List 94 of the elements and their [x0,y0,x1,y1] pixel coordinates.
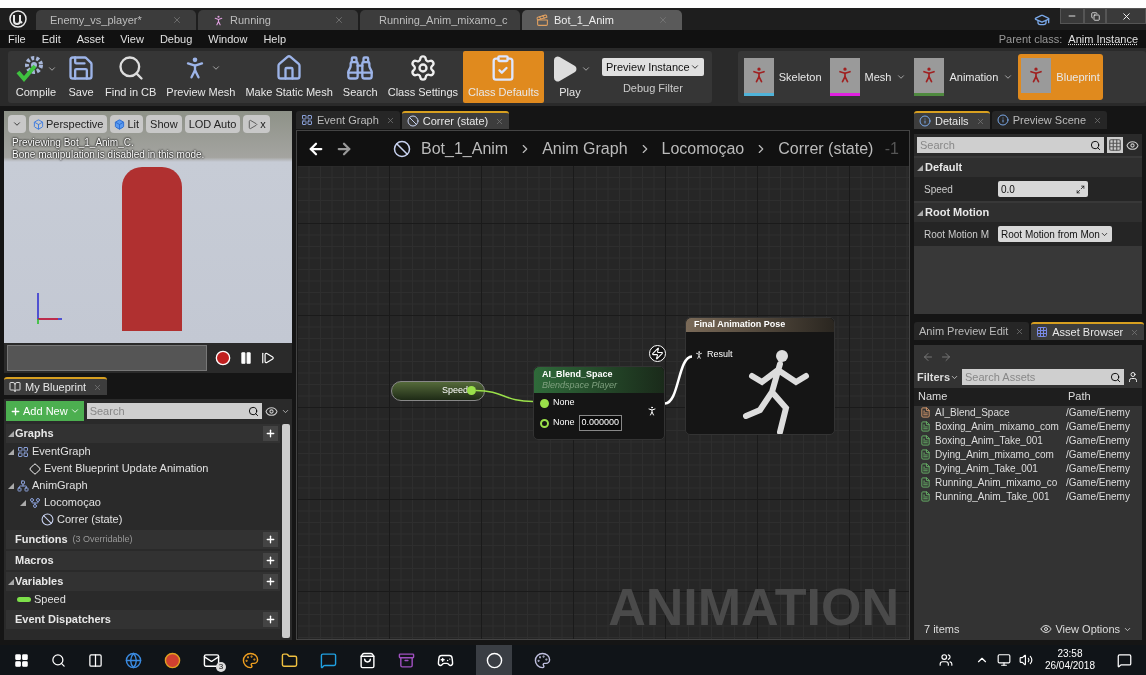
document-tab[interactable]: Running [198,10,358,30]
document-tab[interactable]: Bot_1_Anim [522,10,682,30]
mode-button[interactable]: Mesh [826,54,910,100]
breadcrumb-link[interactable]: Anim Graph [542,136,628,161]
tree-item[interactable]: Speed [34,591,66,608]
section-header[interactable]: Variables [15,573,64,590]
asset-path: /Game/Enemy [1066,406,1130,420]
toolbar-button[interactable]: Class Settings [382,51,464,103]
getter-node[interactable]: Speed [391,381,485,401]
toolbar-button[interactable]: Preview Mesh [161,51,241,103]
asset-path: /Game/Enemy [1066,448,1130,462]
node-subtitle: Blendspace Player [542,380,619,391]
section-header[interactable]: Macros [15,552,54,569]
section-header[interactable]: Graphs [15,425,54,442]
panel-tab[interactable]: Asset Browser [1031,322,1145,340]
node-title: Final Animation Pose [694,318,786,332]
viewport-button[interactable]: LOD Auto [184,115,241,133]
asset-name[interactable]: Dying_Anim_mixamo_com [935,447,1066,462]
mode-button[interactable]: Skeleton [740,54,825,100]
asset-name[interactable]: AI_Blend_Space [935,405,1066,420]
debug-filter-dropdown[interactable]: Preview Instance [601,57,704,76]
panel-tab[interactable]: Preview Scene [991,111,1107,129]
clock-date[interactable]: 26/04/2018 [1044,660,1095,672]
asset-path: /Game/Enemy [1066,434,1130,448]
menu-item[interactable]: View [120,30,144,48]
result-node[interactable]: Final Animation Pose Result [685,317,835,435]
property-label: Root Motion M [923,227,991,242]
tree-item[interactable]: Locomoçao [44,494,101,511]
tree-item[interactable]: AnimGraph [32,477,88,494]
viewport-button[interactable]: Lit [110,115,144,133]
column-header[interactable]: Path [1066,388,1091,405]
column-header[interactable]: Name [914,388,1066,405]
property-label: Speed [923,182,954,197]
toolbar-button[interactable]: Search [337,51,383,103]
tree-item[interactable]: Correr (state) [57,511,123,528]
viewport-overlay-text: Bone manipulation is disabled in this mode. [12,149,205,161]
menu-item[interactable]: Asset [76,30,105,48]
section-header[interactable]: Default [925,159,963,176]
toolbar-button[interactable]: Play [543,51,596,103]
breadcrumb-link[interactable]: Correr (state) [778,136,874,161]
asset-name[interactable]: Boxing_Anim_Take_001 [935,433,1066,448]
panel-tab[interactable]: Details [914,111,990,129]
parent-class-link[interactable]: Anim Instance [1068,30,1138,48]
item-count: 7 items [924,621,960,637]
mode-button[interactable]: Animation [911,54,1017,100]
zoom-label: -1 [884,138,899,159]
viewport-render[interactable]: Perspective Lit Show LOD Auto x Previewing Bot_1_Anim_C. Bone manipulation is disabled in this mode. [4,111,292,343]
clock-time[interactable]: 23:58 [1057,648,1083,660]
toolbar-button[interactable]: Save [62,51,100,103]
menu-item[interactable]: Window [208,30,248,48]
toolbar-button[interactable]: Find in CB [100,51,162,103]
dropdown-field[interactable]: Root Motion from Mon [998,226,1112,242]
viewport-button[interactable]: Perspective [29,115,108,133]
breadcrumb-link[interactable]: Bot_1_Anim [421,136,509,161]
document-tab[interactable]: Enemy_vs_player* [36,10,196,30]
viewport-overlay-text: Previewing Bot_1_Anim_C. [12,137,135,149]
breadcrumb-link[interactable]: Locomoçao [661,136,745,161]
section-note: (3 Overridable) [72,532,133,546]
pin-label: None [553,396,575,410]
section-header[interactable]: Functions [15,531,68,548]
asset-name[interactable]: Dying_Anim_Take_001 [935,461,1066,476]
view-options-button[interactable]: View Options [1040,620,1132,638]
pin-label: Result [707,348,733,361]
menu-item[interactable]: Debug [159,30,193,48]
panel-tab[interactable]: Correr (state) [401,111,510,129]
toolbar-button[interactable]: Make Static Mesh [240,51,338,103]
asset-path: /Game/Enemy [1066,476,1130,490]
asset-name[interactable]: Boxing_Anim_mixamo_com [935,419,1066,434]
document-tab[interactable]: Running_Anim_mixamo_c [360,10,520,30]
node-title: AI_Blend_Space [542,369,614,380]
pin-label: None [553,416,575,430]
parent-class-label: Parent class: [998,31,1063,47]
asset-path: /Game/Enemy [1066,490,1130,504]
panel-tab[interactable]: Anim Preview Edit [914,322,1030,340]
number-field[interactable]: 0.0 [998,181,1088,197]
debug-filter-label: Debug Filter [622,80,683,96]
pin-value-field[interactable]: 0.000000 [578,415,623,431]
viewport-button[interactable]: Show [146,115,182,133]
asset-name[interactable]: Running_Anim_mixamo_co [935,475,1066,490]
toolbar-button[interactable]: Compile [10,51,62,103]
blend-node[interactable]: AI_Blend_Space Blendspace Player None None 0.000000 [533,366,665,440]
panel-tab[interactable]: My Blueprint [4,377,108,395]
menu-item[interactable]: Edit [41,30,61,48]
panel-tab[interactable]: Event Graph [296,111,400,129]
menu-item[interactable]: File [8,30,26,48]
menu-item[interactable]: Help [263,30,287,48]
asset-path: /Game/Enemy [1066,420,1130,434]
asset-path: /Game/Enemy [1066,462,1130,476]
viewport-button[interactable]: x [243,115,270,133]
notification-badge: 3 [216,661,226,672]
tree-item[interactable]: Event Blueprint Update Animation [44,460,209,477]
asset-name[interactable]: Running_Anim_Take_001 [935,489,1066,504]
tree-item[interactable]: EventGraph [32,443,91,460]
filters-button[interactable]: Filters [917,369,959,386]
